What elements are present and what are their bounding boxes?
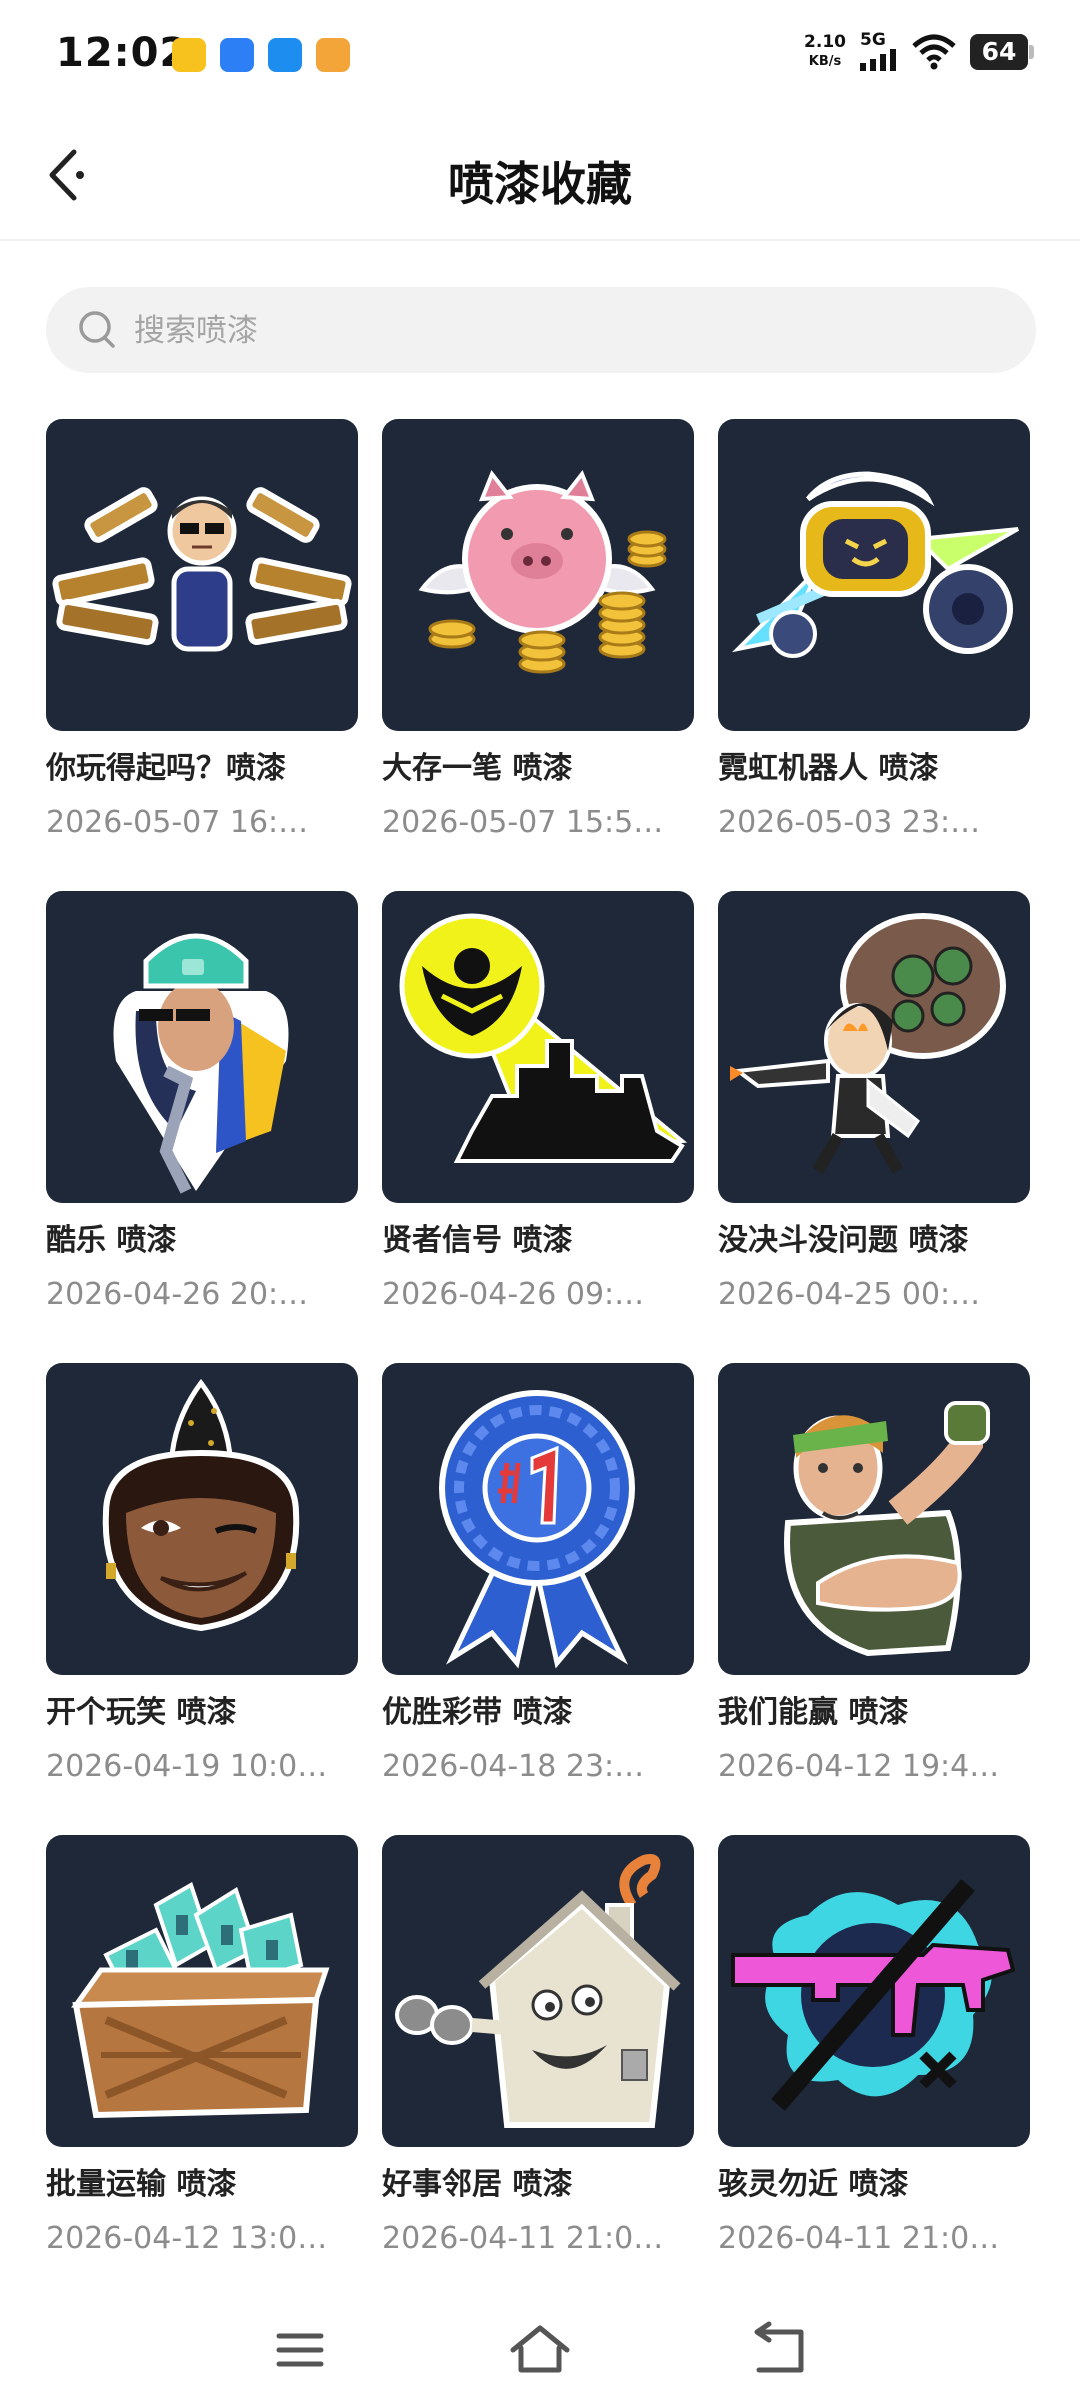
spray-title: 批量运输 喷漆: [46, 2167, 237, 2202]
spray-card[interactable]: 霓虹机器人 喷漆 2026-05-03 23:…: [718, 419, 1030, 891]
spray-thumbnail: [382, 891, 694, 1203]
spray-grid: 你玩得起吗？喷漆 2026-05-07 16:… 大存一笔 喷漆 2026-05…: [46, 419, 1036, 2307]
spray-thumbnail: [382, 1363, 694, 1675]
status-app-icons: [172, 38, 350, 72]
spray-title: 酷乐 喷漆: [46, 1223, 177, 1258]
spray-date: 2026-04-11 21:0…: [382, 2221, 664, 2256]
spray-card[interactable]: 好事邻居 喷漆 2026-04-11 21:0…: [382, 1835, 694, 2307]
spray-card[interactable]: 我们能赢 喷漆 2026-04-12 19:4…: [718, 1363, 1030, 1835]
system-navigation-bar: [0, 2300, 1080, 2400]
home-icon[interactable]: [505, 2320, 575, 2380]
menu-icon[interactable]: [265, 2320, 335, 2380]
spray-title: 骇灵勿近 喷漆: [718, 2167, 909, 2202]
spray-thumbnail: [382, 1835, 694, 2147]
spray-title: 霓虹机器人 喷漆: [718, 751, 939, 786]
spray-thumbnail: [718, 1363, 1030, 1675]
spray-card[interactable]: 大存一笔 喷漆 2026-05-07 15:5…: [382, 419, 694, 891]
spray-title: 你玩得起吗？喷漆: [46, 751, 286, 786]
notification-app-icon: [172, 38, 206, 72]
status-indicators: 2.10 KB/s 5G 64: [804, 31, 1034, 71]
header-bar: 喷漆收藏: [0, 110, 1080, 240]
network-speed-value: 2.10: [804, 31, 846, 52]
search-icon: [79, 311, 115, 348]
search-box[interactable]: [46, 287, 1036, 375]
spray-title: 大存一笔 喷漆: [382, 751, 573, 786]
status-time: 12:02: [56, 30, 189, 76]
spray-date: 2026-04-18 23:…: [382, 1749, 645, 1784]
spray-thumbnail: [46, 1835, 358, 2147]
return-icon[interactable]: [745, 2320, 815, 2380]
notification-app-icon: [268, 38, 302, 72]
spray-thumbnail: [382, 419, 694, 731]
spray-card[interactable]: 你玩得起吗？喷漆 2026-05-07 16:…: [46, 419, 358, 891]
spray-date: 2026-05-07 15:5…: [382, 805, 664, 840]
spray-card[interactable]: 没决斗没问题 喷漆 2026-04-25 00:…: [718, 891, 1030, 1363]
spray-date: 2026-05-03 23:…: [718, 805, 981, 840]
header-divider: [0, 239, 1080, 241]
signal-icon: [860, 49, 896, 71]
spray-date: 2026-04-19 10:0…: [46, 1749, 328, 1784]
spray-date: 2026-04-26 09:…: [382, 1277, 645, 1312]
spray-date: 2026-04-12 13:0…: [46, 2221, 328, 2256]
spray-title: 优胜彩带 喷漆: [382, 1695, 573, 1730]
spray-thumbnail: [718, 419, 1030, 731]
spray-thumbnail: [46, 1363, 358, 1675]
spray-title: 我们能赢 喷漆: [718, 1695, 909, 1730]
spray-date: 2026-04-12 19:4…: [718, 1749, 1000, 1784]
page-title: 喷漆收藏: [448, 157, 632, 211]
signal-group: 5G: [860, 32, 898, 71]
spray-card[interactable]: 贤者信号 喷漆 2026-04-26 09:…: [382, 891, 694, 1363]
spray-thumbnail: [46, 419, 358, 731]
spray-thumbnail: [46, 891, 358, 1203]
spray-card[interactable]: 批量运输 喷漆 2026-04-12 13:0…: [46, 1835, 358, 2307]
search-input[interactable]: [132, 287, 1016, 375]
spray-date: 2026-04-26 20:…: [46, 1277, 309, 1312]
spray-date: 2026-05-07 16:…: [46, 805, 309, 840]
spray-title: 开个玩笑 喷漆: [46, 1695, 237, 1730]
network-type: 5G: [860, 30, 886, 50]
spray-thumbnail: [718, 891, 1030, 1203]
spray-title: 贤者信号 喷漆: [382, 1223, 573, 1258]
spray-card[interactable]: 开个玩笑 喷漆 2026-04-19 10:0…: [46, 1363, 358, 1835]
spray-date: 2026-04-25 00:…: [718, 1277, 981, 1312]
battery-indicator: 64: [970, 33, 1034, 70]
spray-card[interactable]: 骇灵勿近 喷漆 2026-04-11 21:0…: [718, 1835, 1030, 2307]
spray-card[interactable]: 酷乐 喷漆 2026-04-26 20:…: [46, 891, 358, 1363]
status-bar: 12:02 2.10 KB/s 5G 64: [0, 0, 1080, 110]
network-speed-unit: KB/s: [808, 53, 842, 69]
spray-title: 没决斗没问题 喷漆: [718, 1223, 969, 1258]
notification-app-icon: [316, 38, 350, 72]
spray-date: 2026-04-11 21:0…: [718, 2221, 1000, 2256]
spray-thumbnail: [718, 1835, 1030, 2147]
spray-card[interactable]: 优胜彩带 喷漆 2026-04-18 23:…: [382, 1363, 694, 1835]
wifi-icon: [912, 34, 956, 69]
spray-title: 好事邻居 喷漆: [382, 2167, 573, 2202]
notification-app-icon: [220, 38, 254, 72]
network-speed: 2.10 KB/s: [804, 31, 846, 71]
